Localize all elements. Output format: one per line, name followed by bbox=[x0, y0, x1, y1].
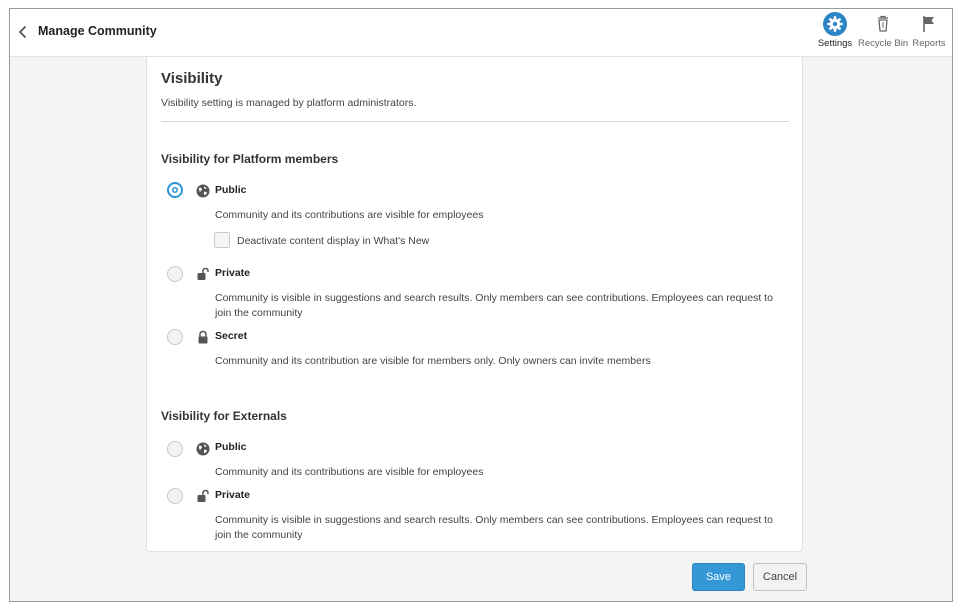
visibility-card: Visibility Visibility setting is managed… bbox=[146, 57, 803, 552]
platform-private-label: Private bbox=[215, 267, 251, 279]
unlocked-padlock-icon bbox=[197, 267, 209, 280]
platform-secret-description: Community and its contribution are visib… bbox=[215, 355, 651, 367]
externals-private-radio[interactable] bbox=[167, 488, 183, 504]
app-window: Manage Community Settings Recycle Bin Re… bbox=[9, 8, 953, 602]
unlocked-padlock-icon bbox=[197, 489, 209, 502]
platform-secret-radio[interactable] bbox=[167, 329, 183, 345]
platform-section-heading: Visibility for Platform members bbox=[161, 152, 339, 166]
externals-public-radio[interactable] bbox=[167, 441, 183, 457]
externals-section-heading: Visibility for Externals bbox=[161, 409, 287, 423]
externals-private-label: Private bbox=[215, 489, 251, 501]
globe-icon bbox=[196, 184, 210, 198]
gear-icon bbox=[823, 12, 847, 36]
page-title: Manage Community bbox=[38, 24, 157, 38]
platform-secret-label: Secret bbox=[215, 330, 248, 342]
platform-private-radio[interactable] bbox=[167, 266, 183, 282]
padlock-icon bbox=[198, 330, 208, 344]
platform-public-radio[interactable] bbox=[167, 182, 183, 198]
footer-bar: Save Cancel bbox=[10, 552, 952, 601]
cancel-button[interactable]: Cancel bbox=[753, 563, 807, 591]
platform-private-description: Community is visible in suggestions and … bbox=[215, 292, 773, 319]
reports-button[interactable]: Reports bbox=[910, 9, 948, 57]
card-subtitle: Visibility setting is managed by platfor… bbox=[161, 97, 417, 109]
recycle-bin-label: Recycle Bin bbox=[858, 38, 909, 49]
recycle-bin-icon bbox=[878, 15, 888, 32]
platform-public-description: Community and its contributions are visi… bbox=[215, 209, 484, 221]
settings-button[interactable]: Settings bbox=[816, 9, 854, 57]
top-bar: Manage Community Settings Recycle Bin Re… bbox=[10, 9, 952, 57]
externals-private-description: Community is visible in suggestions and … bbox=[215, 514, 773, 541]
card-title: Visibility bbox=[161, 70, 223, 87]
back-arrow-icon[interactable] bbox=[14, 23, 32, 41]
platform-public-label: Public bbox=[215, 184, 247, 196]
externals-public-description: Community and its contributions are visi… bbox=[215, 466, 484, 478]
deactivate-whats-new-label: Deactivate content display in What's New bbox=[237, 235, 430, 247]
globe-icon bbox=[196, 442, 210, 456]
flag-icon bbox=[923, 16, 934, 32]
externals-public-label: Public bbox=[215, 441, 247, 453]
reports-label: Reports bbox=[912, 38, 946, 49]
save-button[interactable]: Save bbox=[692, 563, 745, 591]
settings-label: Settings bbox=[817, 38, 853, 49]
recycle-bin-button[interactable]: Recycle Bin bbox=[858, 9, 908, 57]
deactivate-whats-new-checkbox[interactable] bbox=[214, 232, 230, 248]
divider bbox=[161, 121, 789, 122]
